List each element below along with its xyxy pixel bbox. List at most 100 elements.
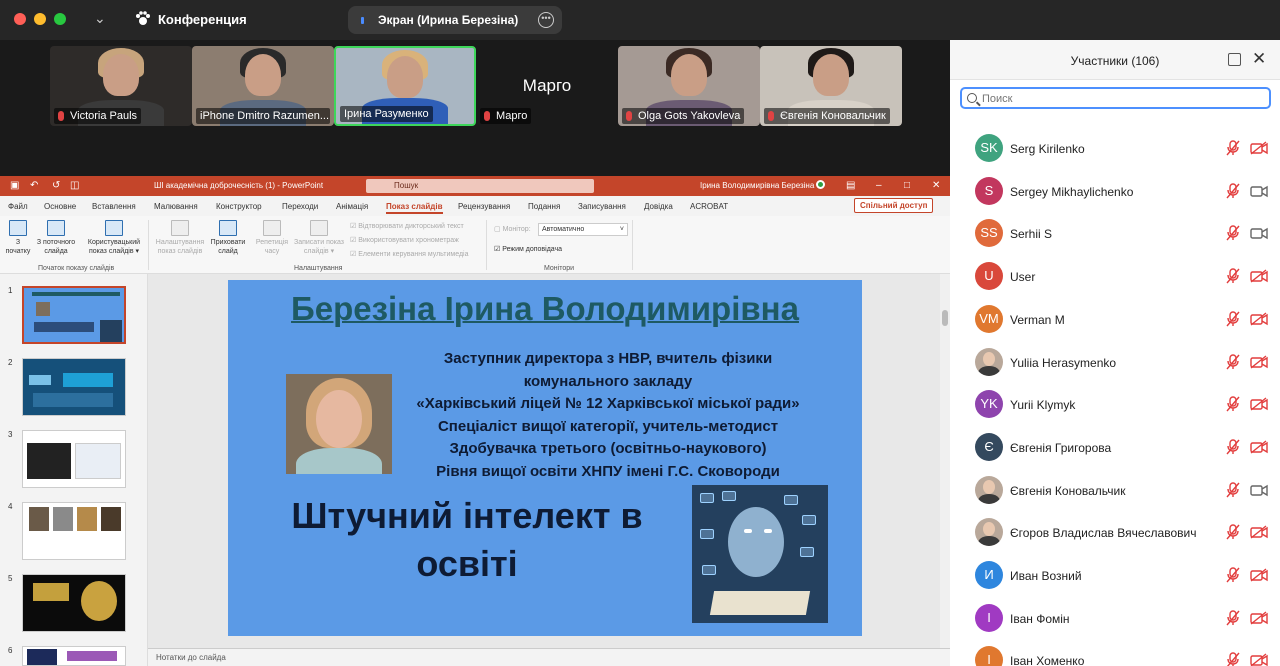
close-icon[interactable]: ✕ (932, 180, 940, 191)
mic-muted-icon[interactable] (1226, 481, 1240, 498)
camera-icon[interactable] (1250, 184, 1268, 198)
mic-muted-icon[interactable] (1226, 396, 1240, 412)
camera-off-icon[interactable] (1250, 440, 1268, 454)
tab-draw[interactable]: Малювання (154, 202, 198, 211)
tab-help[interactable]: Довідка (644, 202, 673, 211)
undo-icon[interactable]: ↶ (30, 180, 38, 191)
tab-design[interactable]: Конструктор (216, 202, 262, 211)
tab-review[interactable]: Рецензування (458, 202, 510, 211)
participant-row[interactable]: І Іван Фомін (950, 598, 1280, 640)
close-window-button[interactable] (14, 13, 26, 25)
participant-row[interactable]: Yuliia Herasymenko (950, 342, 1280, 384)
participant-row[interactable]: И Иван Возний (950, 555, 1280, 597)
tab-home[interactable]: Основне (44, 202, 76, 211)
camera-off-icon[interactable] (1250, 653, 1268, 666)
restore-icon[interactable]: □ (904, 180, 910, 191)
mic-muted-icon[interactable] (1226, 652, 1240, 666)
mic-muted-icon[interactable] (1226, 140, 1240, 156)
mic-muted-icon[interactable] (1226, 268, 1240, 284)
mic-muted-icon[interactable] (1226, 524, 1240, 540)
minimize-icon[interactable]: – (876, 180, 882, 191)
chevron-down-icon[interactable]: ⌄ (94, 10, 106, 27)
more-options-icon[interactable]: ••• (538, 12, 554, 28)
participant-row[interactable]: І Іван Хоменко (950, 640, 1280, 666)
from-start-button[interactable]: З початку (4, 220, 32, 256)
tab-acrobat[interactable]: ACROBAT (690, 202, 728, 211)
save-icon[interactable]: ▣ (10, 180, 19, 191)
camera-off-icon[interactable] (1250, 397, 1268, 411)
share-button[interactable]: Спільний доступ (854, 198, 934, 213)
timings-checkbox[interactable]: ☑ Використовувати хронометраж (350, 236, 459, 244)
tab-recording[interactable]: Записування (578, 202, 626, 211)
rehearse-button[interactable]: Репетиція часу (252, 220, 292, 256)
monitor-select[interactable]: Автоматично ˅ (538, 223, 628, 236)
ppt-search-input[interactable]: Пошук (366, 179, 594, 193)
editor-scrollbar[interactable] (940, 274, 950, 648)
video-tile[interactable]: Victoria Pauls (50, 46, 192, 126)
minimize-window-button[interactable] (34, 13, 46, 25)
slide-thumbnail-4[interactable] (22, 502, 126, 560)
video-tile-no-camera[interactable]: Марго Марго (476, 46, 618, 126)
camera-off-icon[interactable] (1250, 269, 1268, 283)
video-tile[interactable]: Євгенія Коновальчик (760, 46, 902, 126)
from-current-button[interactable]: З поточного слайда (34, 220, 78, 256)
close-icon[interactable]: ✕ (1252, 49, 1266, 69)
participant-row[interactable]: Євгенія Коновальчик (950, 470, 1280, 512)
participant-row[interactable]: VM Verman M (950, 299, 1280, 341)
zoom-window-button[interactable] (54, 13, 66, 25)
slide-thumbnail-1[interactable] (22, 286, 126, 344)
tab-file[interactable]: Файл (8, 202, 28, 211)
notes-pane[interactable]: Нотатки до слайда (148, 648, 950, 666)
custom-show-button[interactable]: Користувацький показ слайдів ▾ (84, 220, 144, 256)
video-tile[interactable]: iPhone Dmitro Razumen... (192, 46, 334, 126)
narration-checkbox[interactable]: ☑ Відтворювати дикторський текст (350, 222, 464, 230)
mic-muted-icon[interactable] (1226, 182, 1240, 199)
hide-slide-button[interactable]: Приховати слайд (208, 220, 248, 256)
participant-search-input[interactable] (982, 91, 1262, 107)
redo-icon[interactable]: ↺ (52, 180, 60, 191)
camera-off-icon[interactable] (1250, 354, 1268, 369)
tab-slideshow[interactable]: Показ слайдів (386, 202, 443, 214)
tab-insert[interactable]: Вставлення (92, 202, 136, 211)
camera-off-icon[interactable] (1250, 312, 1268, 326)
participant-row[interactable]: SK Serg Kirilenko (950, 128, 1280, 170)
participant-search-box[interactable] (960, 87, 1271, 109)
camera-icon[interactable] (1250, 483, 1268, 497)
slide-thumbnail-3[interactable] (22, 430, 126, 488)
record-show-button[interactable]: Записати показ слайдів ▾ (292, 220, 346, 256)
slide-thumbnail-6[interactable] (22, 646, 126, 666)
camera-off-icon[interactable] (1250, 611, 1268, 625)
popout-icon[interactable] (1228, 53, 1241, 66)
mic-muted-icon[interactable] (1226, 439, 1240, 455)
participant-row[interactable]: Єгоров Владислав Вячеславович (950, 512, 1280, 554)
mic-muted-icon[interactable] (1226, 311, 1240, 327)
mic-muted-icon[interactable] (1226, 353, 1240, 370)
slide-thumbnail-2[interactable] (22, 358, 126, 416)
camera-icon[interactable] (1250, 226, 1268, 240)
video-tile[interactable]: Olga Gots Yakovleva (618, 46, 760, 126)
mic-muted-icon[interactable] (1226, 225, 1240, 241)
start-show-icon[interactable]: ◫ (70, 180, 79, 191)
current-slide[interactable]: Березіна Ірина Володимирівна Заступник д… (228, 280, 862, 636)
participant-row[interactable]: U User (950, 256, 1280, 298)
camera-off-icon[interactable] (1250, 141, 1268, 155)
camera-off-icon[interactable] (1250, 568, 1268, 582)
tab-transitions[interactable]: Переходи (282, 202, 318, 211)
tab-view[interactable]: Подання (528, 202, 560, 211)
participant-row[interactable]: SS Serhii S (950, 213, 1280, 255)
screen-share-pill[interactable]: Экран (Ирина Березіна) ••• (348, 6, 562, 34)
presenter-view-checkbox[interactable]: ☑ Режим доповідача (494, 245, 562, 253)
participant-row[interactable]: YK Yurii Klymyk (950, 384, 1280, 426)
slide-thumbnail-5[interactable] (22, 574, 126, 632)
setup-show-button[interactable]: Налаштування показ слайдів (152, 220, 208, 256)
ribbon-display-icon[interactable]: ▤ (846, 180, 855, 191)
camera-off-icon[interactable] (1250, 525, 1268, 539)
scrollbar-thumb[interactable] (942, 310, 948, 326)
mic-muted-icon[interactable] (1226, 609, 1240, 626)
participant-row[interactable]: S Sergey Mikhaylichenko (950, 171, 1280, 213)
mic-muted-icon[interactable] (1226, 567, 1240, 583)
video-tile-active-speaker[interactable]: Ірина Разуменко (334, 46, 476, 126)
tab-animation[interactable]: Анімація (336, 202, 368, 211)
participant-row[interactable]: Є Євгенія Григорова (950, 427, 1280, 469)
media-controls-checkbox[interactable]: ☑ Елементи керування мультимедіа (350, 250, 468, 258)
